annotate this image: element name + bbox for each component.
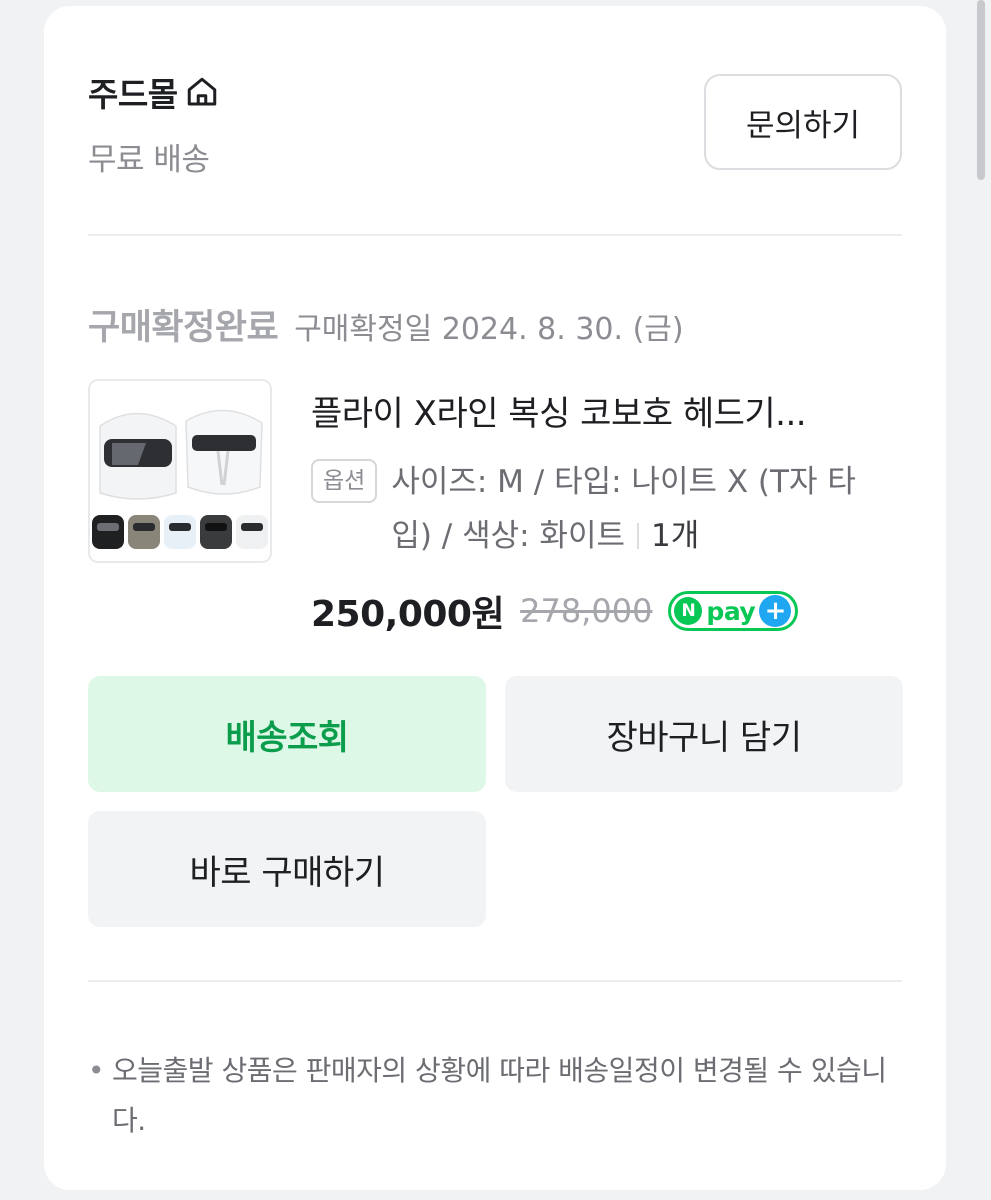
price-row: 250,000원 278,000 N pay +: [311, 585, 902, 637]
product-option: 옵션 사이즈: M / 타입: 나이트 X (T자 타 입) / 색상: 화이트…: [311, 455, 902, 563]
track-delivery-button[interactable]: 배송조회: [88, 676, 486, 792]
inquiry-button[interactable]: 문의하기: [704, 74, 902, 170]
npay-n-icon: N: [674, 597, 703, 625]
npay-plus-badge: N pay +: [668, 591, 799, 631]
option-line-1: 사이즈: M / 타입: 나이트 X (T자 타: [391, 464, 856, 500]
divider: [88, 980, 902, 982]
npay-label: pay: [706, 596, 756, 626]
notice-text: 오늘출발 상품은 판매자의 상황에 따라 배송일정이 변경될 수 있습니다.: [112, 1054, 887, 1137]
shipping-notice: • 오늘출발 상품은 판매자의 상황에 따라 배송일정이 변경될 수 있습니다.: [88, 1046, 906, 1146]
separator: [637, 523, 639, 549]
buy-now-button[interactable]: 바로 구매하기: [88, 811, 486, 927]
option-badge: 옵션: [311, 459, 378, 503]
order-card: 주드몰 무료 배송 문의하기 구매확정완료 구매확정일 2024. 8. 30.…: [44, 6, 946, 1190]
headgear-image: [90, 381, 270, 561]
npay-plus-icon: +: [759, 595, 792, 627]
quantity: 1개: [651, 518, 700, 554]
divider: [88, 234, 902, 236]
home-icon: [187, 77, 216, 106]
sale-price: 250,000원: [311, 594, 505, 635]
original-price: 278,000: [520, 592, 653, 630]
add-to-cart-button[interactable]: 장바구니 담기: [505, 676, 903, 792]
product-name[interactable]: 플라이 X라인 복싱 코보호 헤드기...: [311, 386, 902, 435]
product-info: 플라이 X라인 복싱 코보호 헤드기... 옵션 사이즈: M / 타입: 나이…: [311, 386, 902, 637]
option-text: 사이즈: M / 타입: 나이트 X (T자 타 입) / 색상: 화이트 1개: [391, 455, 856, 563]
store-name: 주드몰: [88, 75, 178, 114]
order-status-row: 구매확정완료 구매확정일 2024. 8. 30. (금): [88, 299, 684, 350]
bullet: •: [88, 1054, 105, 1087]
confirm-date: 구매확정일 2024. 8. 30. (금): [294, 312, 684, 347]
product-thumbnail[interactable]: [88, 379, 272, 563]
page-scrollbar[interactable]: [977, 0, 985, 180]
store-header: 주드몰 무료 배송 문의하기: [88, 68, 902, 178]
option-line-2: 입) / 색상: 화이트: [391, 518, 625, 554]
order-status: 구매확정완료: [88, 308, 279, 348]
